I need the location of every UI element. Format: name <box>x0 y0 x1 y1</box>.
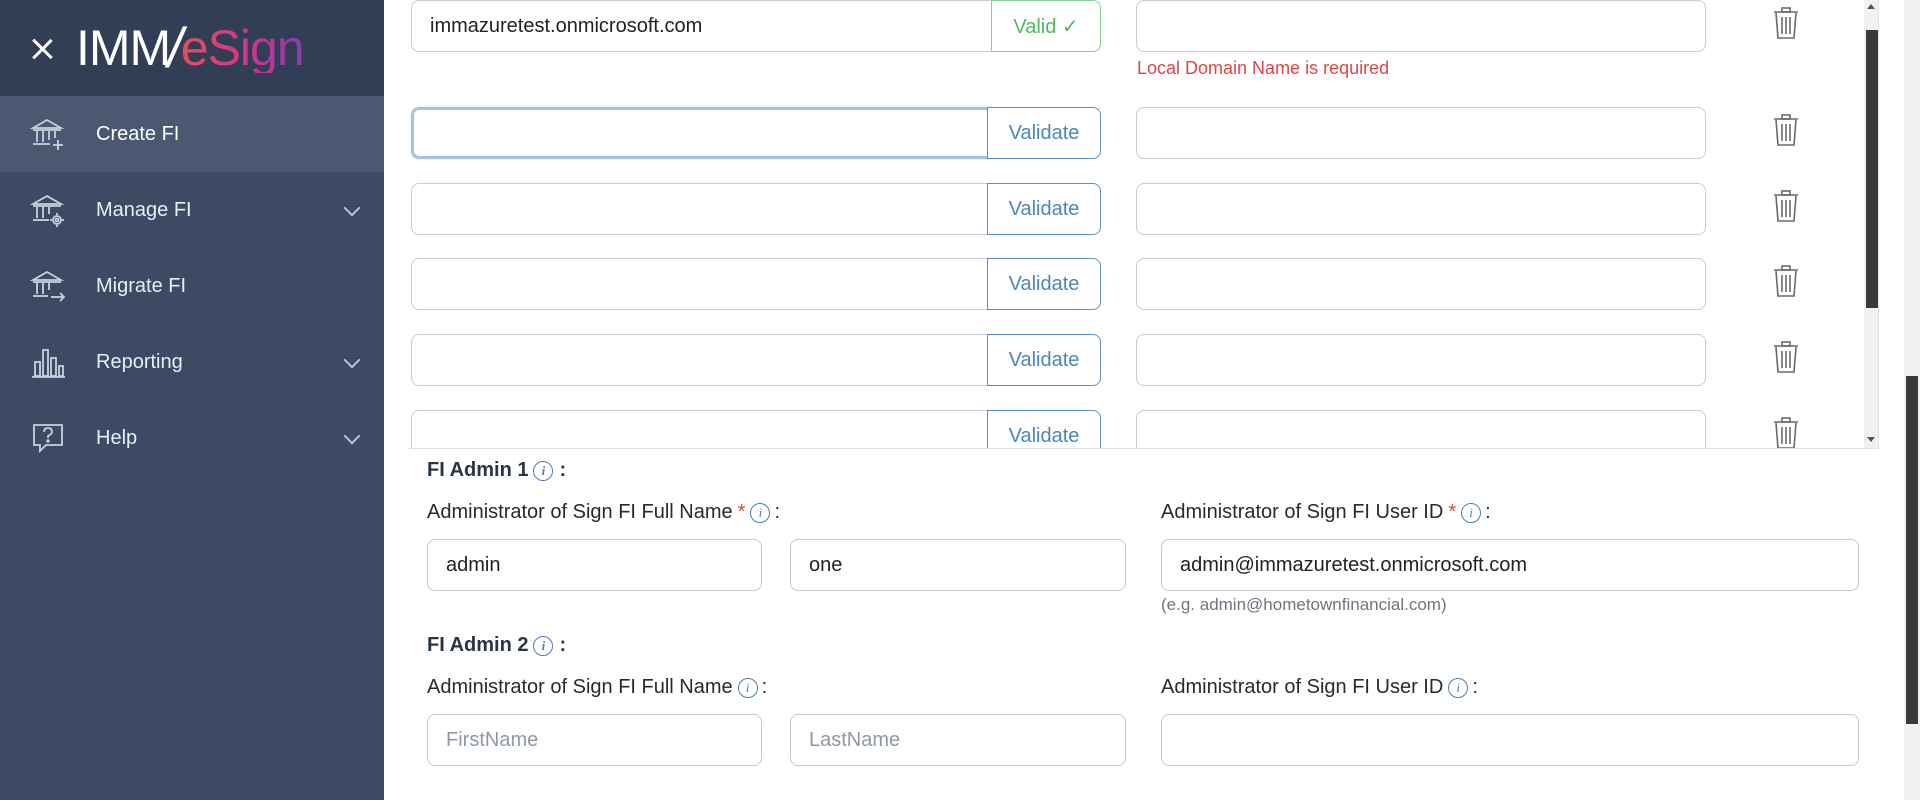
bank-arrow-icon <box>30 268 66 304</box>
domain-input[interactable] <box>411 183 991 235</box>
bar-chart-icon <box>30 344 66 380</box>
page-scrollbar[interactable] <box>1904 0 1920 800</box>
sidebar-item-reporting[interactable]: Reporting <box>0 324 384 400</box>
validate-button[interactable]: Validate <box>987 410 1101 448</box>
label-text: Administrator of Sign FI User ID <box>1161 501 1444 523</box>
chevron-down-icon <box>343 351 361 369</box>
colon: : <box>1472 676 1478 698</box>
domain-row: Validate <box>409 258 1878 310</box>
local-domain-input[interactable] <box>1136 107 1706 159</box>
validate-button[interactable]: Validate <box>987 258 1101 310</box>
required-mark: * <box>737 501 746 523</box>
domain-input[interactable] <box>411 258 991 310</box>
trash-icon[interactable] <box>1771 6 1801 40</box>
sidebar-item-label: Reporting <box>96 350 183 373</box>
label-text: Administrator of Sign FI User ID <box>1161 676 1444 698</box>
local-domain-input[interactable] <box>1136 183 1706 235</box>
admin2-user-id-input[interactable] <box>1161 714 1859 766</box>
sidebar: IMM / eSign Create FI Manage FI Migrate … <box>0 0 384 800</box>
sidebar-item-label: Migrate FI <box>96 274 187 297</box>
domain-row: Validate <box>409 334 1878 386</box>
scroll-down-icon[interactable] <box>1867 437 1875 442</box>
domain-list-panel: immazuretest.onmicrosoft.com Valid ✓ Loc… <box>409 0 1879 449</box>
section-title-text: FI Admin 1 <box>427 459 529 481</box>
trash-icon[interactable] <box>1771 416 1801 449</box>
domain-input[interactable] <box>411 107 991 159</box>
domain-row: Validate <box>409 410 1878 449</box>
validate-button[interactable]: Validate <box>987 107 1101 159</box>
domain-row: immazuretest.onmicrosoft.com Valid ✓ Loc… <box>409 0 1878 78</box>
scrollbar-thumb[interactable] <box>1906 376 1918 724</box>
admin1-user-id-input[interactable]: admin@immazuretest.onmicrosoft.com <box>1161 539 1859 591</box>
domain-row: Validate <box>409 107 1878 159</box>
trash-icon[interactable] <box>1771 264 1801 298</box>
sidebar-item-create-fi[interactable]: Create FI <box>0 96 384 172</box>
sidebar-item-label: Manage FI <box>96 198 192 221</box>
label-text: Administrator of Sign FI Full Name <box>427 501 733 523</box>
trash-icon[interactable] <box>1771 113 1801 147</box>
app-logo: IMM / eSign <box>76 16 305 79</box>
sidebar-item-help[interactable]: Help <box>0 400 384 476</box>
domain-input[interactable] <box>411 410 991 448</box>
local-domain-input[interactable] <box>1136 258 1706 310</box>
admin2-full-name-label: Administrator of Sign FI Full Name i : <box>427 676 767 699</box>
sidebar-nav: Create FI Manage FI Migrate FI Reporting <box>0 96 384 476</box>
sidebar-item-label: Help <box>96 426 138 449</box>
info-icon[interactable]: i <box>737 677 758 698</box>
domain-input[interactable] <box>411 334 991 386</box>
sidebar-item-label: Create FI <box>96 122 180 145</box>
logo-esign-text: eSign <box>180 20 305 76</box>
section-title-text: FI Admin 2 <box>427 634 529 656</box>
chevron-down-icon <box>343 427 361 445</box>
info-icon[interactable]: i <box>1461 502 1482 523</box>
scroll-up-icon[interactable] <box>1867 4 1875 9</box>
local-domain-input[interactable] <box>1136 410 1706 448</box>
local-domain-input[interactable] <box>1136 334 1706 386</box>
fi-admin-2-title: FI Admin 2 i : <box>427 634 566 657</box>
local-domain-error: Local Domain Name is required <box>1137 58 1390 78</box>
admin2-user-id-label: Administrator of Sign FI User ID i : <box>1161 676 1478 699</box>
trash-icon[interactable] <box>1771 340 1801 374</box>
trash-icon[interactable] <box>1771 189 1801 223</box>
colon: : <box>761 676 768 698</box>
colon: : <box>559 634 567 656</box>
info-icon[interactable]: i <box>750 502 771 523</box>
colon: : <box>559 459 567 481</box>
local-domain-input[interactable] <box>1136 0 1706 52</box>
admin2-first-name-input[interactable]: FirstName <box>427 714 762 766</box>
close-icon[interactable] <box>28 34 56 62</box>
domain-row: Validate <box>409 183 1878 235</box>
colon: : <box>774 501 781 523</box>
admin1-last-name-input[interactable]: one <box>790 539 1126 591</box>
admin1-first-name-input[interactable]: admin <box>427 539 762 591</box>
validate-button[interactable]: Valid ✓ <box>991 0 1101 52</box>
scrollbar-thumb[interactable] <box>1866 30 1878 308</box>
bank-gear-icon <box>30 192 66 228</box>
admin1-user-id-hint: (e.g. admin@hometownfinancial.com) <box>1161 595 1447 614</box>
validate-button[interactable]: Validate <box>987 183 1101 235</box>
required-mark: * <box>1448 501 1457 523</box>
brand-header: IMM / eSign <box>0 0 384 96</box>
main-content: immazuretest.onmicrosoft.com Valid ✓ Loc… <box>384 0 1904 800</box>
admin1-full-name-label: Administrator of Sign FI Full Name * i : <box>427 501 780 524</box>
colon: : <box>1485 501 1491 523</box>
chevron-down-icon <box>343 199 361 217</box>
bank-plus-icon <box>30 116 66 152</box>
info-icon[interactable]: i <box>1448 677 1469 698</box>
info-icon[interactable]: i <box>533 635 554 656</box>
help-bubble-icon <box>30 420 66 456</box>
domain-input[interactable]: immazuretest.onmicrosoft.com <box>411 0 991 52</box>
domain-list-scrollbar[interactable] <box>1864 0 1878 448</box>
admin2-last-name-input[interactable]: LastName <box>790 714 1126 766</box>
logo-imm-text: IMM <box>76 20 171 76</box>
admin1-user-id-label: Administrator of Sign FI User ID * i : <box>1161 501 1491 524</box>
info-icon[interactable]: i <box>533 460 554 481</box>
fi-admin-1-title: FI Admin 1 i : <box>427 459 566 482</box>
validate-button[interactable]: Validate <box>987 334 1101 386</box>
label-text: Administrator of Sign FI Full Name <box>427 676 733 698</box>
sidebar-item-manage-fi[interactable]: Manage FI <box>0 172 384 248</box>
sidebar-item-migrate-fi[interactable]: Migrate FI <box>0 248 384 324</box>
